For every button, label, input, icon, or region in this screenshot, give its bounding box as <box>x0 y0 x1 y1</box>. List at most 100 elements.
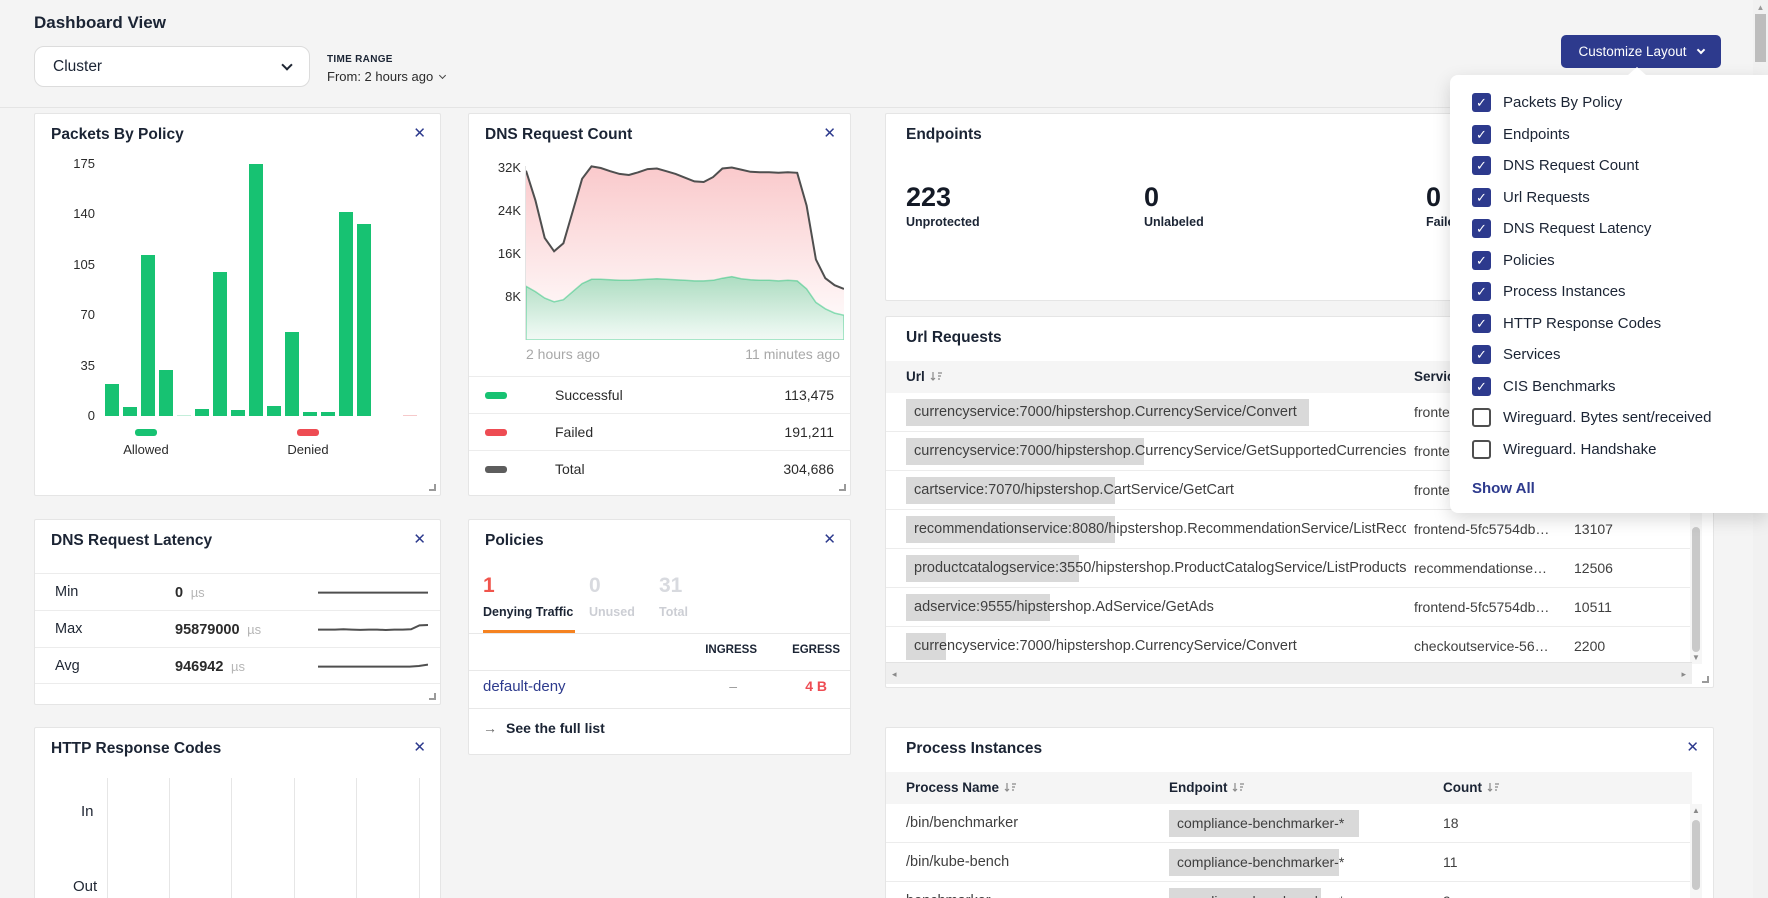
resize-handle[interactable] <box>1702 676 1709 683</box>
close-icon[interactable]: ✕ <box>823 124 836 142</box>
policies-tab-unused[interactable]: 0Unused <box>589 574 635 619</box>
table-row[interactable]: currencyservice:7000/hipstershop.Currenc… <box>886 627 1692 666</box>
customize-dropdown: ✓Packets By Policy✓Endpoints✓DNS Request… <box>1450 75 1768 513</box>
table-row[interactable]: /bin/benchmarkercompliance-benchmarker-*… <box>886 804 1692 843</box>
show-all-link[interactable]: Show All <box>1472 480 1768 497</box>
bar-allowed <box>303 412 317 416</box>
checkbox-checked-icon[interactable]: ✓ <box>1472 251 1491 270</box>
dropdown-item-packets-by-policy[interactable]: ✓Packets By Policy <box>1450 87 1768 119</box>
bar-allowed <box>141 255 155 416</box>
resize-handle[interactable] <box>429 484 436 491</box>
count-cell: 10511 <box>1574 588 1664 627</box>
url-cell: currencyservice:7000/hipstershop.Currenc… <box>906 627 1406 666</box>
policies-tab-denying-traffic[interactable]: 1Denying Traffic <box>483 574 573 619</box>
column-header-egress[interactable]: EGRESS <box>792 644 840 656</box>
ingress-value: – <box>729 678 737 694</box>
table-row[interactable]: /bin/kube-benchcompliance-benchmarker-*1… <box>886 843 1692 882</box>
checkbox-checked-icon[interactable]: ✓ <box>1472 314 1491 333</box>
resize-handle[interactable] <box>429 693 436 700</box>
dropdown-item-wireguard-bytes-sent-received[interactable]: Wireguard. Bytes sent/received <box>1450 402 1768 434</box>
legend-swatch <box>135 429 157 436</box>
customize-dropdown-items: ✓Packets By Policy✓Endpoints✓DNS Request… <box>1450 87 1768 465</box>
scrollbar-thumb[interactable] <box>1692 527 1700 652</box>
table-row[interactable]: adservice:9555/hipstershop.AdService/Get… <box>886 588 1692 627</box>
column-header-url[interactable]: Url <box>906 361 943 393</box>
scroll-up-icon[interactable]: ▲ <box>1690 806 1702 815</box>
column-header-ingress[interactable]: INGRESS <box>705 644 757 656</box>
close-icon[interactable]: ✕ <box>413 738 426 756</box>
see-full-list-link[interactable]: → See the full list <box>483 720 605 736</box>
dropdown-notch <box>1628 67 1646 75</box>
dropdown-item-endpoints[interactable]: ✓Endpoints <box>1450 119 1768 151</box>
close-icon[interactable]: ✕ <box>413 530 426 548</box>
checkbox-unchecked-icon[interactable] <box>1472 408 1491 427</box>
bar-allowed <box>357 224 371 416</box>
time-range-value: From: 2 hours ago <box>327 69 433 84</box>
checkbox-checked-icon[interactable]: ✓ <box>1472 282 1491 301</box>
scrollbar-thumb[interactable] <box>1692 820 1700 890</box>
y-tick-label: 24K <box>487 203 521 218</box>
stat-label: Unprotected <box>906 215 980 229</box>
endpoint-cell: compliance-benchmarker-* <box>1177 804 1427 843</box>
column-header-count[interactable]: Count <box>1443 772 1500 804</box>
checkbox-checked-icon[interactable]: ✓ <box>1472 156 1491 175</box>
table-horizontal-scrollbar[interactable]: ◂ ▸ <box>886 662 1692 684</box>
close-icon[interactable]: ✕ <box>823 530 836 548</box>
legend-swatch <box>485 466 507 473</box>
resize-handle[interactable] <box>839 484 846 491</box>
dropdown-item-process-instances[interactable]: ✓Process Instances <box>1450 276 1768 308</box>
stat-label: Unlabeled <box>1144 215 1204 229</box>
bar-allowed <box>123 407 137 416</box>
checkbox-checked-icon[interactable]: ✓ <box>1472 219 1491 238</box>
policies-tab-total[interactable]: 31Total <box>659 574 688 619</box>
policy-link[interactable]: default-deny <box>483 678 566 695</box>
dropdown-item-wireguard-handshake[interactable]: Wireguard. Handshake <box>1450 434 1768 466</box>
tab-label: Unused <box>589 605 635 619</box>
scroll-down-icon[interactable]: ▼ <box>1690 653 1702 662</box>
card-dns-request-latency: DNS Request Latency ✕ Min0 µsMax95879000… <box>34 519 441 705</box>
column-header-process-name[interactable]: Process Name <box>906 772 1017 804</box>
y-tick-label: 175 <box>73 156 95 171</box>
dropdown-item-policies[interactable]: ✓Policies <box>1450 245 1768 277</box>
dns-area-chart <box>526 159 844 340</box>
close-icon[interactable]: ✕ <box>413 124 426 142</box>
column-header-endpoint[interactable]: Endpoint <box>1169 772 1245 804</box>
checkbox-checked-icon[interactable]: ✓ <box>1472 377 1491 396</box>
dropdown-item-dns-request-latency[interactable]: ✓DNS Request Latency <box>1450 213 1768 245</box>
dropdown-item-cis-benchmarks[interactable]: ✓CIS Benchmarks <box>1450 371 1768 403</box>
view-selector[interactable]: Cluster <box>34 46 310 87</box>
gridline <box>107 778 108 898</box>
scroll-right-icon[interactable]: ▸ <box>1681 663 1686 685</box>
checkbox-checked-icon[interactable]: ✓ <box>1472 93 1491 112</box>
sparkline-chart <box>318 656 428 681</box>
tab-label: Total <box>659 605 688 619</box>
sort-icon <box>1487 782 1500 793</box>
bar-allowed <box>159 370 173 416</box>
checkbox-checked-icon[interactable]: ✓ <box>1472 188 1491 207</box>
checkbox-checked-icon[interactable]: ✓ <box>1472 125 1491 144</box>
card-dns-request-count: DNS Request Count ✕ 32K24K16K8K 2 hours … <box>468 113 851 496</box>
table-vertical-scrollbar[interactable]: ▲ <box>1690 804 1702 898</box>
customize-layout-label: Customize Layout <box>1578 44 1686 59</box>
time-range-selector[interactable]: From: 2 hours ago <box>327 69 445 84</box>
bar-allowed <box>285 332 299 416</box>
checkbox-checked-icon[interactable]: ✓ <box>1472 345 1491 364</box>
customize-layout-button[interactable]: Customize Layout <box>1561 35 1721 68</box>
dropdown-item-services[interactable]: ✓Services <box>1450 339 1768 371</box>
table-row[interactable]: benchmarkercompliance-benchmarker-*9 <box>886 882 1692 898</box>
dropdown-item-http-response-codes[interactable]: ✓HTTP Response Codes <box>1450 308 1768 340</box>
table-row[interactable]: productcatalogservice:3550/hipstershop.P… <box>886 549 1692 588</box>
bar-allowed <box>213 272 227 416</box>
close-icon[interactable]: ✕ <box>1686 738 1699 756</box>
stat-value: 223 <box>906 182 980 213</box>
packets-bars <box>105 164 435 416</box>
checkbox-unchecked-icon[interactable] <box>1472 440 1491 459</box>
bar-allowed <box>105 384 119 416</box>
scrollbar-thumb[interactable] <box>1755 14 1766 62</box>
gridline <box>356 778 357 898</box>
dropdown-item-url-requests[interactable]: ✓Url Requests <box>1450 182 1768 214</box>
scroll-up-icon[interactable]: ▲ <box>1753 0 1768 12</box>
scroll-left-icon[interactable]: ◂ <box>892 663 897 685</box>
dropdown-item-dns-request-count[interactable]: ✓DNS Request Count <box>1450 150 1768 182</box>
table-row[interactable]: recommendationservice:8080/hipstershop.R… <box>886 510 1692 549</box>
